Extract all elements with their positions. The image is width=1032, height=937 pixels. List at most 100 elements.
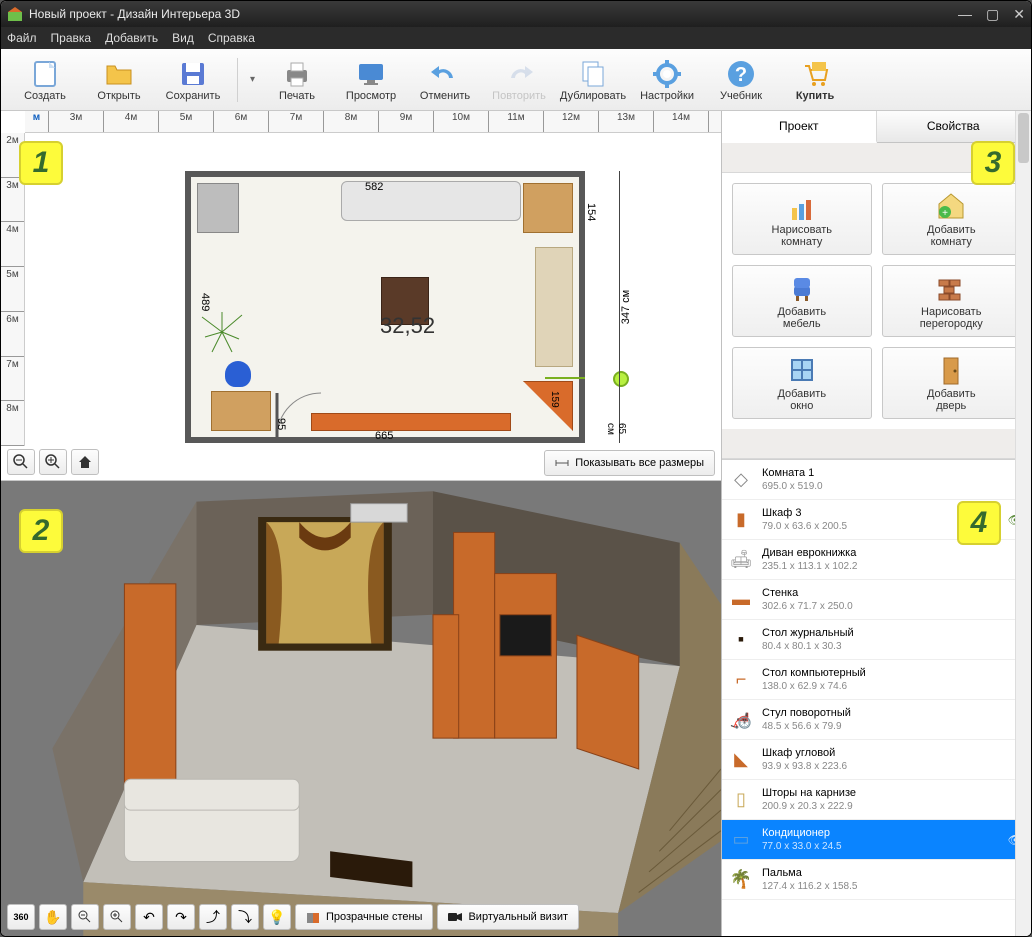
toolbar-label: Настройки xyxy=(640,90,694,102)
furniture-wall-unit[interactable] xyxy=(535,247,573,367)
object-dimensions: 80.4 x 80.1 x 30.3 xyxy=(762,640,854,654)
object-item[interactable]: 🌴Пальма127.4 x 116.2 x 158.5 xyxy=(722,860,1031,900)
room-outline[interactable] xyxy=(185,171,585,443)
zoom-out-3d-button[interactable] xyxy=(71,904,99,930)
toolbar-file-button[interactable]: Создать xyxy=(9,50,81,110)
menu-Правка[interactable]: Правка xyxy=(51,31,92,45)
object-item[interactable]: ◣Шкаф угловой93.9 x 93.8 x 223.6 xyxy=(722,740,1031,780)
plan-view[interactable]: м3м4м5м6м7м8м9м10м11м12м13м14м 2м3м4м5м6… xyxy=(1,111,721,481)
furniture-palm[interactable] xyxy=(197,307,247,357)
action-pencil-button[interactable]: Нарисоватькомнату xyxy=(732,183,872,255)
toolbar-undo-button[interactable]: Отменить xyxy=(409,50,481,110)
show-all-sizes-button[interactable]: Показывать все размеры xyxy=(544,450,715,476)
toolbar-redo-button[interactable]: Повторить xyxy=(483,50,555,110)
object-item[interactable]: ▪ Стол журнальный80.4 x 80.1 x 30.3 xyxy=(722,620,1031,660)
pan-button[interactable]: ✋ xyxy=(39,904,67,930)
object-thumb-icon: ▯ xyxy=(728,787,754,813)
furniture-ac[interactable] xyxy=(197,183,239,233)
object-item[interactable]: ▬Стенка302.6 x 71.7 x 250.0 xyxy=(722,580,1031,620)
object-thumb-icon: ▮ xyxy=(728,507,754,533)
object-dimensions: 302.6 x 71.7 x 250.0 xyxy=(762,600,853,614)
toolbar-print-button[interactable]: Печать xyxy=(261,50,333,110)
action-door-button[interactable]: Добавитьдверь xyxy=(882,347,1022,419)
zoom-out-button[interactable] xyxy=(7,449,35,475)
tilt-down-button[interactable]: ⤵ xyxy=(231,904,259,930)
tab-properties[interactable]: Свойства xyxy=(877,111,1032,142)
tilt-up-button[interactable]: ⤴ xyxy=(199,904,227,930)
light-button[interactable]: 💡 xyxy=(263,904,291,930)
menu-Справка[interactable]: Справка xyxy=(208,31,255,45)
furniture-corner[interactable] xyxy=(523,381,573,431)
menu-Файл[interactable]: Файл xyxy=(7,31,37,45)
object-thumb-icon: 🦽 xyxy=(728,707,754,733)
object-name: Стол компьютерный xyxy=(762,666,866,680)
action-wall-button[interactable]: Нарисоватьперегородку xyxy=(882,265,1022,337)
scrollbar[interactable] xyxy=(1015,459,1031,936)
callout-3: 3 xyxy=(971,141,1015,185)
object-name: Стул поворотный xyxy=(762,706,851,720)
object-item[interactable]: 🛋Диван еврокнижка235.1 x 113.1 x 102.2 xyxy=(722,540,1031,580)
main-toolbar: СоздатьОткрытьСохранить▾ПечатьПросмотрОт… xyxy=(1,49,1031,111)
action-window-button[interactable]: Добавитьокно xyxy=(732,347,872,419)
menu-Вид[interactable]: Вид xyxy=(172,31,194,45)
menubar: Файл Правка Добавить Вид Справка xyxy=(1,27,1031,49)
transparent-walls-button[interactable]: Прозрачные стены xyxy=(295,904,433,930)
action-addroom-button[interactable]: +Добавитькомнату xyxy=(882,183,1022,255)
virtual-visit-button[interactable]: Виртуальный визит xyxy=(437,904,579,930)
maximize-button[interactable]: ▢ xyxy=(986,6,999,23)
zoom-in-3d-button[interactable] xyxy=(103,904,131,930)
furniture-cabinet[interactable] xyxy=(523,183,573,233)
object-name: Стол журнальный xyxy=(762,626,854,640)
save-icon xyxy=(177,58,209,90)
tab-project[interactable]: Проект xyxy=(722,111,877,143)
object-dimensions: 200.9 x 20.3 x 222.9 xyxy=(762,800,856,814)
furniture-chair[interactable] xyxy=(225,361,251,387)
object-thumb-icon: ◣ xyxy=(728,747,754,773)
toolbar-cart-button[interactable]: Купить xyxy=(779,50,851,110)
toolbar-label: Отменить xyxy=(420,90,470,102)
object-thumb-icon: ▪ xyxy=(728,627,754,653)
object-dimensions: 695.0 x 519.0 xyxy=(762,480,823,494)
minimize-button[interactable]: — xyxy=(958,6,972,23)
object-thumb-icon: ⌐ xyxy=(728,667,754,693)
object-dimensions: 48.5 x 56.6 x 79.9 xyxy=(762,720,851,734)
toolbar-label: Открыть xyxy=(97,90,140,102)
gear-icon xyxy=(651,58,683,90)
ruler-horizontal: м3м4м5м6м7м8м9м10м11м12м13м14м xyxy=(25,111,721,133)
toolbar-label: Купить xyxy=(796,90,834,102)
panel-header-objects xyxy=(722,429,1031,459)
action-chair-button[interactable]: Добавитьмебель xyxy=(732,265,872,337)
chair-icon xyxy=(786,272,818,304)
toolbar-label: Дублировать xyxy=(560,90,626,102)
addroom-icon: + xyxy=(935,190,967,222)
object-item[interactable]: ⌐ Стол компьютерный138.0 x 62.9 x 74.6 xyxy=(722,660,1031,700)
toolbar-save-button[interactable]: Сохранить xyxy=(157,50,229,110)
toolbar-monitor-button[interactable]: Просмотр xyxy=(335,50,407,110)
view-3d[interactable]: 360 ✋ ↶ ↷ ⤴ ⤵ 💡 Прозрачные стены В xyxy=(1,481,721,936)
wall-icon xyxy=(935,272,967,304)
object-name: Пальма xyxy=(762,866,857,880)
object-item[interactable]: 🦽 Стул поворотный48.5 x 56.6 x 79.9 xyxy=(722,700,1031,740)
close-button[interactable]: ✕ xyxy=(1013,6,1025,23)
toolbar-copy-button[interactable]: Дублировать xyxy=(557,50,629,110)
toolbar-gear-button[interactable]: Настройки xyxy=(631,50,703,110)
object-dimensions: 138.0 x 62.9 x 74.6 xyxy=(762,680,866,694)
home-button[interactable] xyxy=(71,449,99,475)
object-dimensions: 127.4 x 116.2 x 158.5 xyxy=(762,880,857,894)
menu-Добавить[interactable]: Добавить xyxy=(105,31,158,45)
furniture-desk[interactable] xyxy=(211,391,271,431)
furniture-sofa-bottom[interactable] xyxy=(311,413,511,431)
object-name: Кондиционер xyxy=(762,826,842,840)
object-item[interactable]: ▭Кондиционер77.0 x 33.0 x 24.5👁 xyxy=(722,820,1031,860)
object-item[interactable]: ▯Шторы на карнизе200.9 x 20.3 x 222.9 xyxy=(722,780,1031,820)
zoom-in-button[interactable] xyxy=(39,449,67,475)
toolbar-folder-button[interactable]: Открыть xyxy=(83,50,155,110)
copy-icon xyxy=(577,58,609,90)
toolbar-help-button[interactable]: ?Учебник xyxy=(705,50,777,110)
object-item[interactable]: ◇Комната 1695.0 x 519.0 xyxy=(722,460,1031,500)
rotate-right-button[interactable]: ↷ xyxy=(167,904,195,930)
rotate-left-button[interactable]: ↶ xyxy=(135,904,163,930)
rotate-360-button[interactable]: 360 xyxy=(7,904,35,930)
room-area: 32,52 xyxy=(380,313,435,339)
svg-text:?: ? xyxy=(735,64,747,86)
